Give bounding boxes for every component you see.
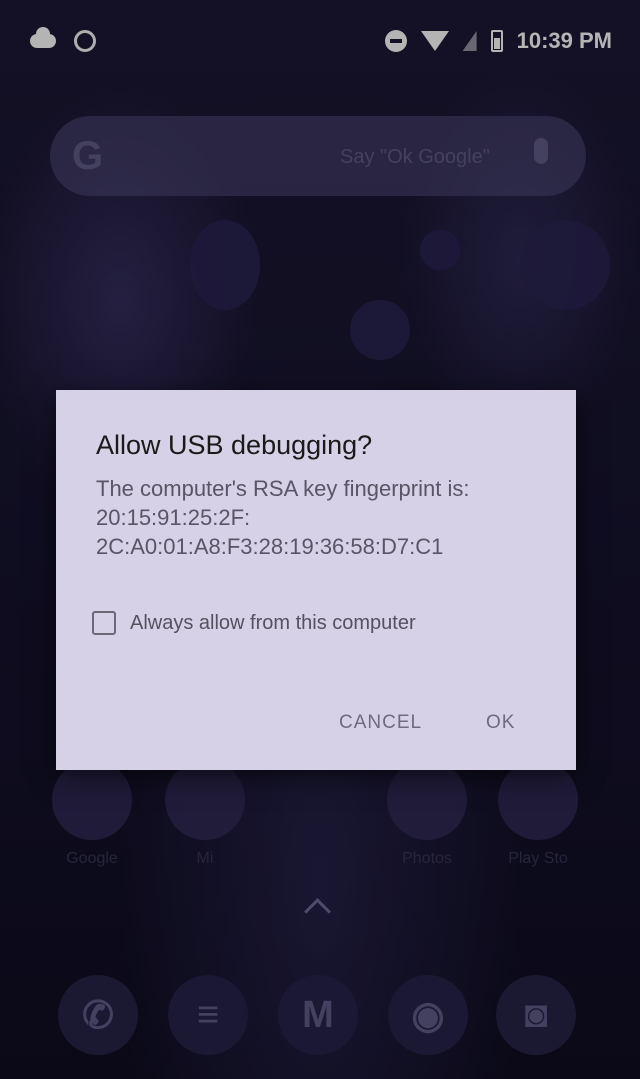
always-allow-label[interactable]: Always allow from this computer bbox=[130, 612, 416, 635]
cancel-button[interactable]: CANCEL bbox=[339, 712, 422, 734]
usb-debugging-dialog: Allow USB debugging? The computer's RSA … bbox=[56, 390, 576, 770]
dialog-title: Allow USB debugging? bbox=[96, 430, 373, 460]
always-allow-row[interactable]: Always allow from this computer bbox=[92, 611, 416, 635]
dialog-message-text: The computer's RSA key fingerprint is: bbox=[96, 476, 470, 501]
always-allow-checkbox[interactable] bbox=[92, 611, 116, 635]
dialog-message: The computer's RSA key fingerprint is: 2… bbox=[96, 474, 541, 561]
ok-button[interactable]: OK bbox=[486, 712, 515, 734]
fingerprint-line-1: 20:15:91:25:2F: bbox=[96, 505, 251, 530]
fingerprint-line-2: 2C:A0:01:A8:F3:28:19:36:58:D7:C1 bbox=[96, 534, 444, 559]
